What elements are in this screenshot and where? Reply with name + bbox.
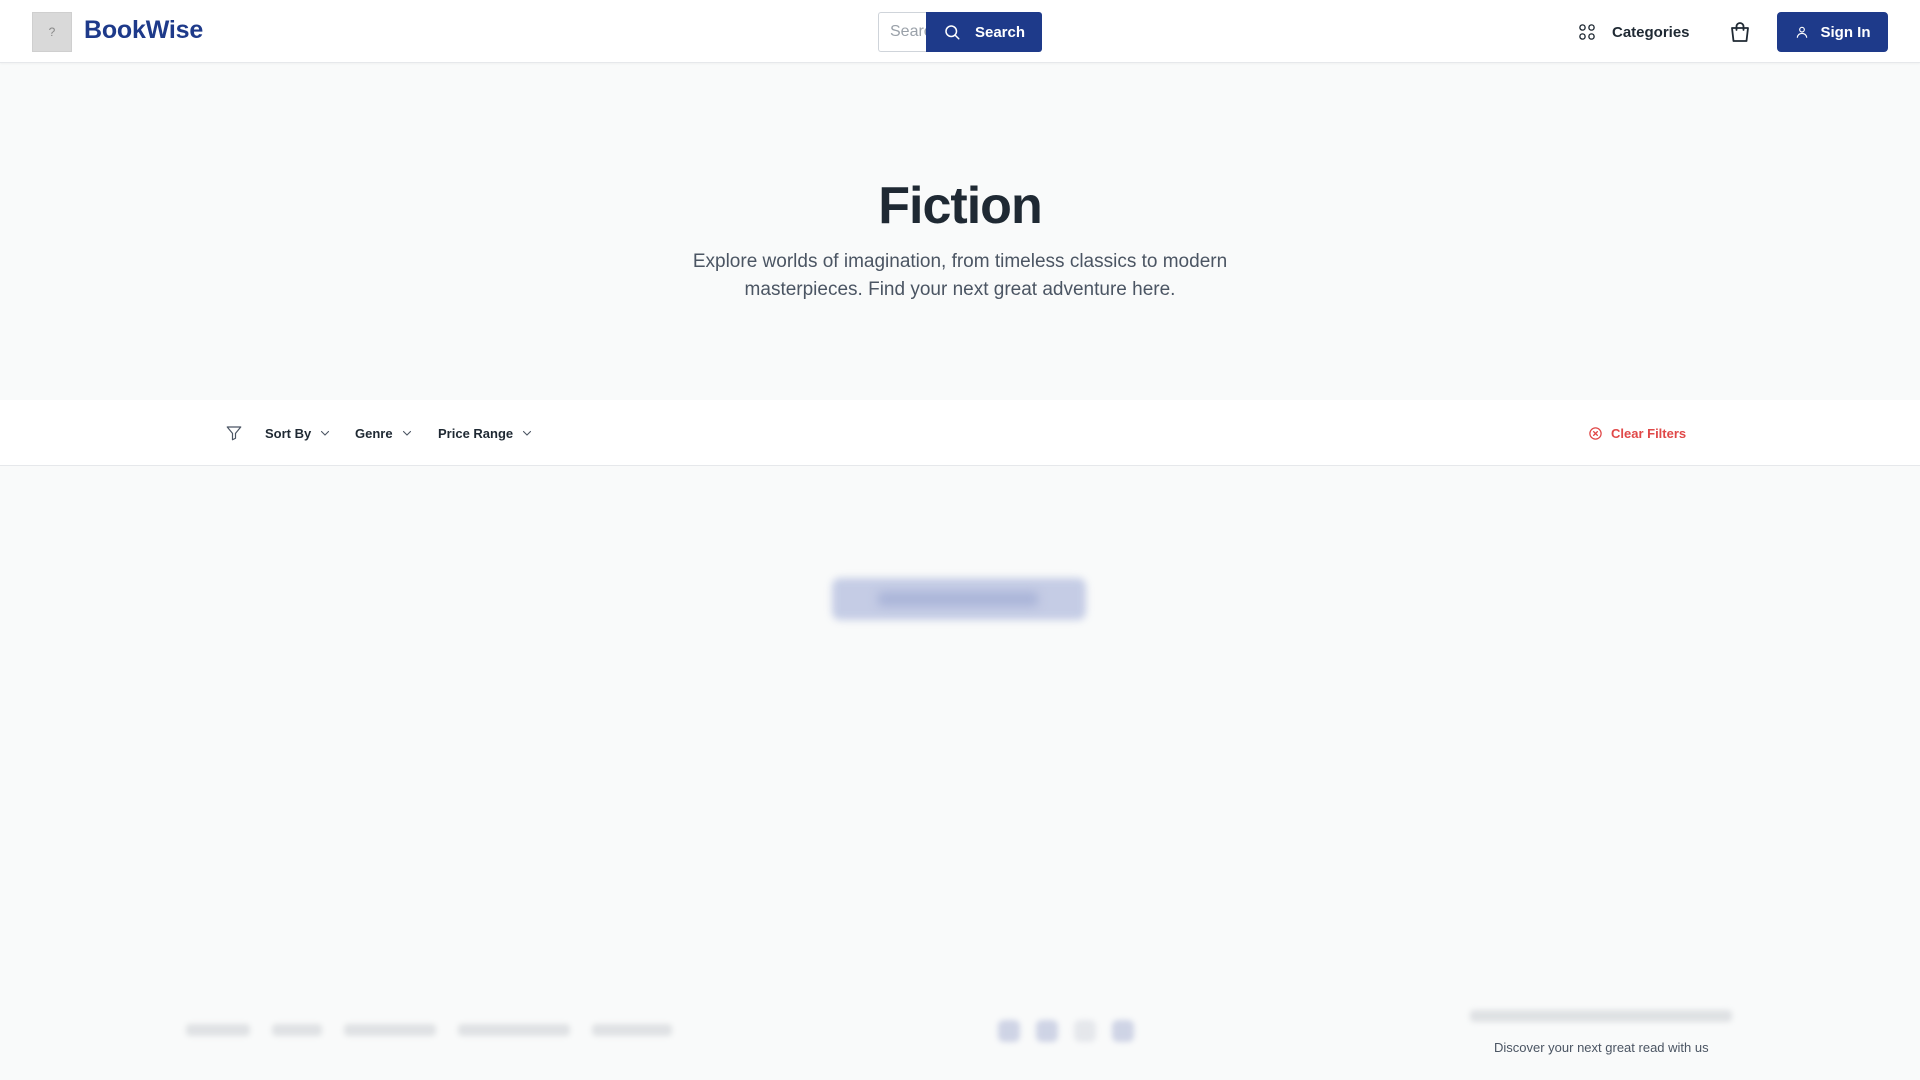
logo-image[interactable]: ? [32,12,72,52]
cart-button[interactable] [1728,20,1752,44]
categories-label: Categories [1612,23,1690,41]
footer-link[interactable] [186,1024,250,1036]
footer-link[interactable] [344,1024,436,1036]
chevron-down-icon [321,430,330,436]
clear-filters-label: Clear Filters [1611,425,1687,441]
page-title: Fiction [878,177,1042,235]
site-header: ? BookWise Search Categories Sign In [0,0,1920,63]
twitter-icon[interactable] [1036,1020,1058,1042]
sign-in-button[interactable]: Sign In [1777,12,1888,52]
page-subtitle: Explore worlds of imagination, from time… [692,251,1228,300]
categories-grid-icon [1579,24,1595,40]
price-range-label: Price Range [438,425,514,441]
footer-link[interactable] [592,1024,672,1036]
footer-tagline: Discover your next great read with us [1494,1040,1709,1055]
chevron-down-icon [402,430,411,436]
footer-links [186,1024,672,1036]
search-button-label: Search [974,23,1026,41]
linkedin-icon[interactable] [1112,1020,1134,1042]
user-icon [1796,26,1807,38]
brand-name[interactable]: BookWise [84,16,203,45]
chevron-down-icon [523,430,532,436]
instagram-icon[interactable] [1074,1020,1096,1042]
logo-placeholder-glyph: ? [48,25,56,39]
sort-by-label: Sort By [265,425,312,441]
clear-filters-button[interactable]: Clear Filters [1588,424,1686,442]
filter-bar: Sort By Genre Price Range Clear Filters [0,400,1920,466]
sort-by-dropdown[interactable]: Sort By [265,424,331,442]
social-links [998,1020,1134,1042]
footer-link[interactable] [272,1024,322,1036]
categories-link[interactable]: Categories [1578,20,1690,44]
loading-placeholder-text [878,592,1038,606]
genre-dropdown[interactable]: Genre [355,424,413,442]
search-button[interactable]: Search [926,12,1042,52]
copyright-text [1470,1010,1732,1022]
shopping-bag-icon [1731,22,1749,42]
genre-label: Genre [355,425,393,441]
clear-circle-icon [1589,426,1602,440]
price-range-dropdown[interactable]: Price Range [438,424,533,442]
sign-in-label: Sign In [1820,23,1871,41]
search-icon [945,25,960,40]
search-input[interactable] [878,12,928,52]
filter-icon [226,426,242,441]
footer-link[interactable] [458,1024,570,1036]
facebook-icon[interactable] [998,1020,1020,1042]
